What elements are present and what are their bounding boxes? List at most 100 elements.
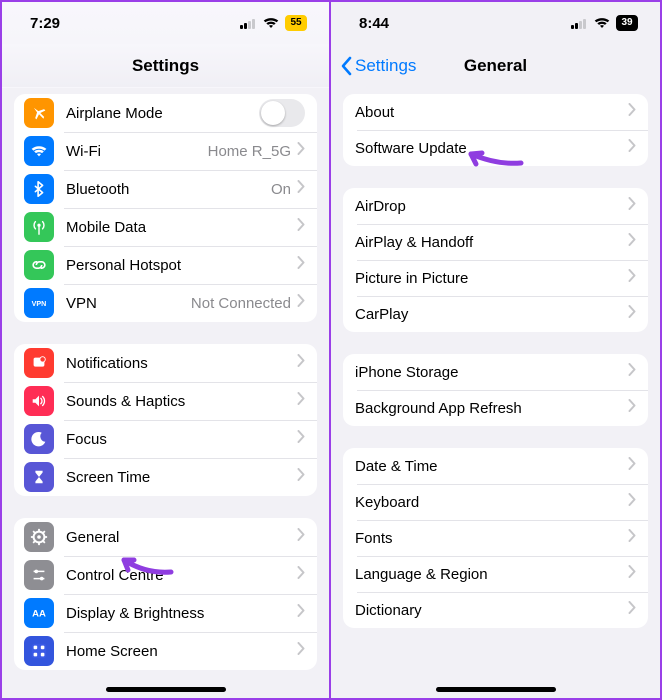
nav-header: Settings General: [331, 44, 660, 88]
settings-row-display[interactable]: AADisplay & Brightness: [14, 594, 317, 632]
chevron-right-icon: [297, 294, 305, 312]
row-label: Wi-Fi: [66, 143, 101, 160]
phone-general: 8:44 39 Settings General About Software U…: [331, 0, 662, 700]
svg-text:AA: AA: [32, 609, 46, 620]
row-label: AirPlay & Handoff: [355, 234, 473, 251]
home-indicator: [436, 687, 556, 692]
status-time: 8:44: [359, 15, 389, 32]
chevron-right-icon: [297, 566, 305, 584]
row-label: Background App Refresh: [355, 400, 522, 417]
chevron-right-icon: [628, 269, 636, 287]
battery-indicator: 55: [285, 15, 307, 31]
settings-row-bluetooth[interactable]: Bluetooth On: [14, 170, 317, 208]
general-row-pip[interactable]: Picture in Picture: [343, 260, 648, 296]
row-label: Picture in Picture: [355, 270, 468, 287]
back-label: Settings: [355, 56, 416, 76]
row-label: Dictionary: [355, 602, 422, 619]
general-row-datetime[interactable]: Date & Time: [343, 448, 648, 484]
general-row-storage[interactable]: iPhone Storage: [343, 354, 648, 390]
row-label: Date & Time: [355, 458, 438, 475]
row-label: VPN: [66, 295, 97, 312]
chevron-right-icon: [628, 197, 636, 215]
row-value: On: [271, 181, 291, 198]
battery-indicator: 39: [616, 15, 638, 31]
bluetooth-icon: [24, 174, 54, 204]
nav-header: Settings: [2, 44, 329, 88]
settings-row-sounds[interactable]: Sounds & Haptics: [14, 382, 317, 420]
settings-list[interactable]: Airplane Mode Wi-Fi Home R_5G Bluetooth On Mo…: [2, 88, 329, 698]
sliders-icon: [24, 560, 54, 590]
settings-row-controlcentre[interactable]: Control Centre: [14, 556, 317, 594]
chevron-right-icon: [297, 392, 305, 410]
chevron-right-icon: [628, 399, 636, 417]
row-label: AirDrop: [355, 198, 406, 215]
settings-row-mobiledata[interactable]: Mobile Data: [14, 208, 317, 246]
row-label: Keyboard: [355, 494, 419, 511]
general-row-language[interactable]: Language & Region: [343, 556, 648, 592]
settings-row-wifi[interactable]: Wi-Fi Home R_5G: [14, 132, 317, 170]
row-label: Home Screen: [66, 643, 158, 660]
chevron-right-icon: [628, 457, 636, 475]
general-row-dictionary[interactable]: Dictionary: [343, 592, 648, 628]
settings-row-notifications[interactable]: Notifications: [14, 344, 317, 382]
general-row-keyboard[interactable]: Keyboard: [343, 484, 648, 520]
wifi-icon: [24, 136, 54, 166]
page-title: General: [464, 56, 527, 76]
settings-row-general[interactable]: General: [14, 518, 317, 556]
row-label: Mobile Data: [66, 219, 146, 236]
row-label: Software Update: [355, 140, 467, 157]
settings-row-hotspot[interactable]: Personal Hotspot: [14, 246, 317, 284]
general-row-about[interactable]: About: [343, 94, 648, 130]
airplane-icon: [24, 98, 54, 128]
chevron-right-icon: [628, 493, 636, 511]
general-list[interactable]: About Software Update AirDrop AirPlay & Han…: [331, 88, 660, 698]
status-bar: 8:44 39: [331, 2, 660, 44]
chevron-right-icon: [628, 233, 636, 251]
row-label: Focus: [66, 431, 107, 448]
row-label: Language & Region: [355, 566, 488, 583]
row-label: Airplane Mode: [66, 105, 163, 122]
toggle-airplane[interactable]: [259, 99, 305, 127]
page-title: Settings: [132, 56, 199, 76]
row-label: General: [66, 529, 119, 546]
wifi-icon: [594, 17, 610, 29]
row-value: Home R_5G: [208, 143, 291, 160]
chevron-right-icon: [297, 430, 305, 448]
settings-row-focus[interactable]: Focus: [14, 420, 317, 458]
row-label: Sounds & Haptics: [66, 393, 185, 410]
settings-row-airplane[interactable]: Airplane Mode: [14, 94, 317, 132]
general-row-carplay[interactable]: CarPlay: [343, 296, 648, 332]
general-row-refresh[interactable]: Background App Refresh: [343, 390, 648, 426]
general-row-airplay[interactable]: AirPlay & Handoff: [343, 224, 648, 260]
general-row-airdrop[interactable]: AirDrop: [343, 188, 648, 224]
settings-row-vpn[interactable]: VPNVPNNot Connected: [14, 284, 317, 322]
row-label: Screen Time: [66, 469, 150, 486]
row-label: Bluetooth: [66, 181, 129, 198]
settings-row-homescreen[interactable]: Home Screen: [14, 632, 317, 670]
cellular-icon: [571, 18, 588, 29]
settings-row-screentime[interactable]: Screen Time: [14, 458, 317, 496]
row-label: Control Centre: [66, 567, 164, 584]
chevron-right-icon: [628, 139, 636, 157]
status-bar: 7:29 55: [2, 2, 329, 44]
chevron-right-icon: [297, 642, 305, 660]
chevron-left-icon: [341, 56, 353, 76]
antenna-icon: [24, 212, 54, 242]
link-icon: [24, 250, 54, 280]
general-row-fonts[interactable]: Fonts: [343, 520, 648, 556]
row-label: CarPlay: [355, 306, 408, 323]
chevron-right-icon: [628, 601, 636, 619]
chevron-right-icon: [297, 604, 305, 622]
phone-settings: 7:29 55 Settings Airplane Mode Wi-Fi Home …: [0, 0, 331, 700]
vpn-icon: VPN: [24, 288, 54, 318]
chevron-right-icon: [628, 565, 636, 583]
chevron-right-icon: [297, 142, 305, 160]
home-indicator: [106, 687, 226, 692]
chevron-right-icon: [297, 468, 305, 486]
row-label: Personal Hotspot: [66, 257, 181, 274]
chevron-right-icon: [297, 180, 305, 198]
back-button[interactable]: Settings: [341, 56, 416, 76]
svg-text:VPN: VPN: [32, 300, 47, 308]
wifi-icon: [263, 17, 279, 29]
general-row-softwareupdate[interactable]: Software Update: [343, 130, 648, 166]
